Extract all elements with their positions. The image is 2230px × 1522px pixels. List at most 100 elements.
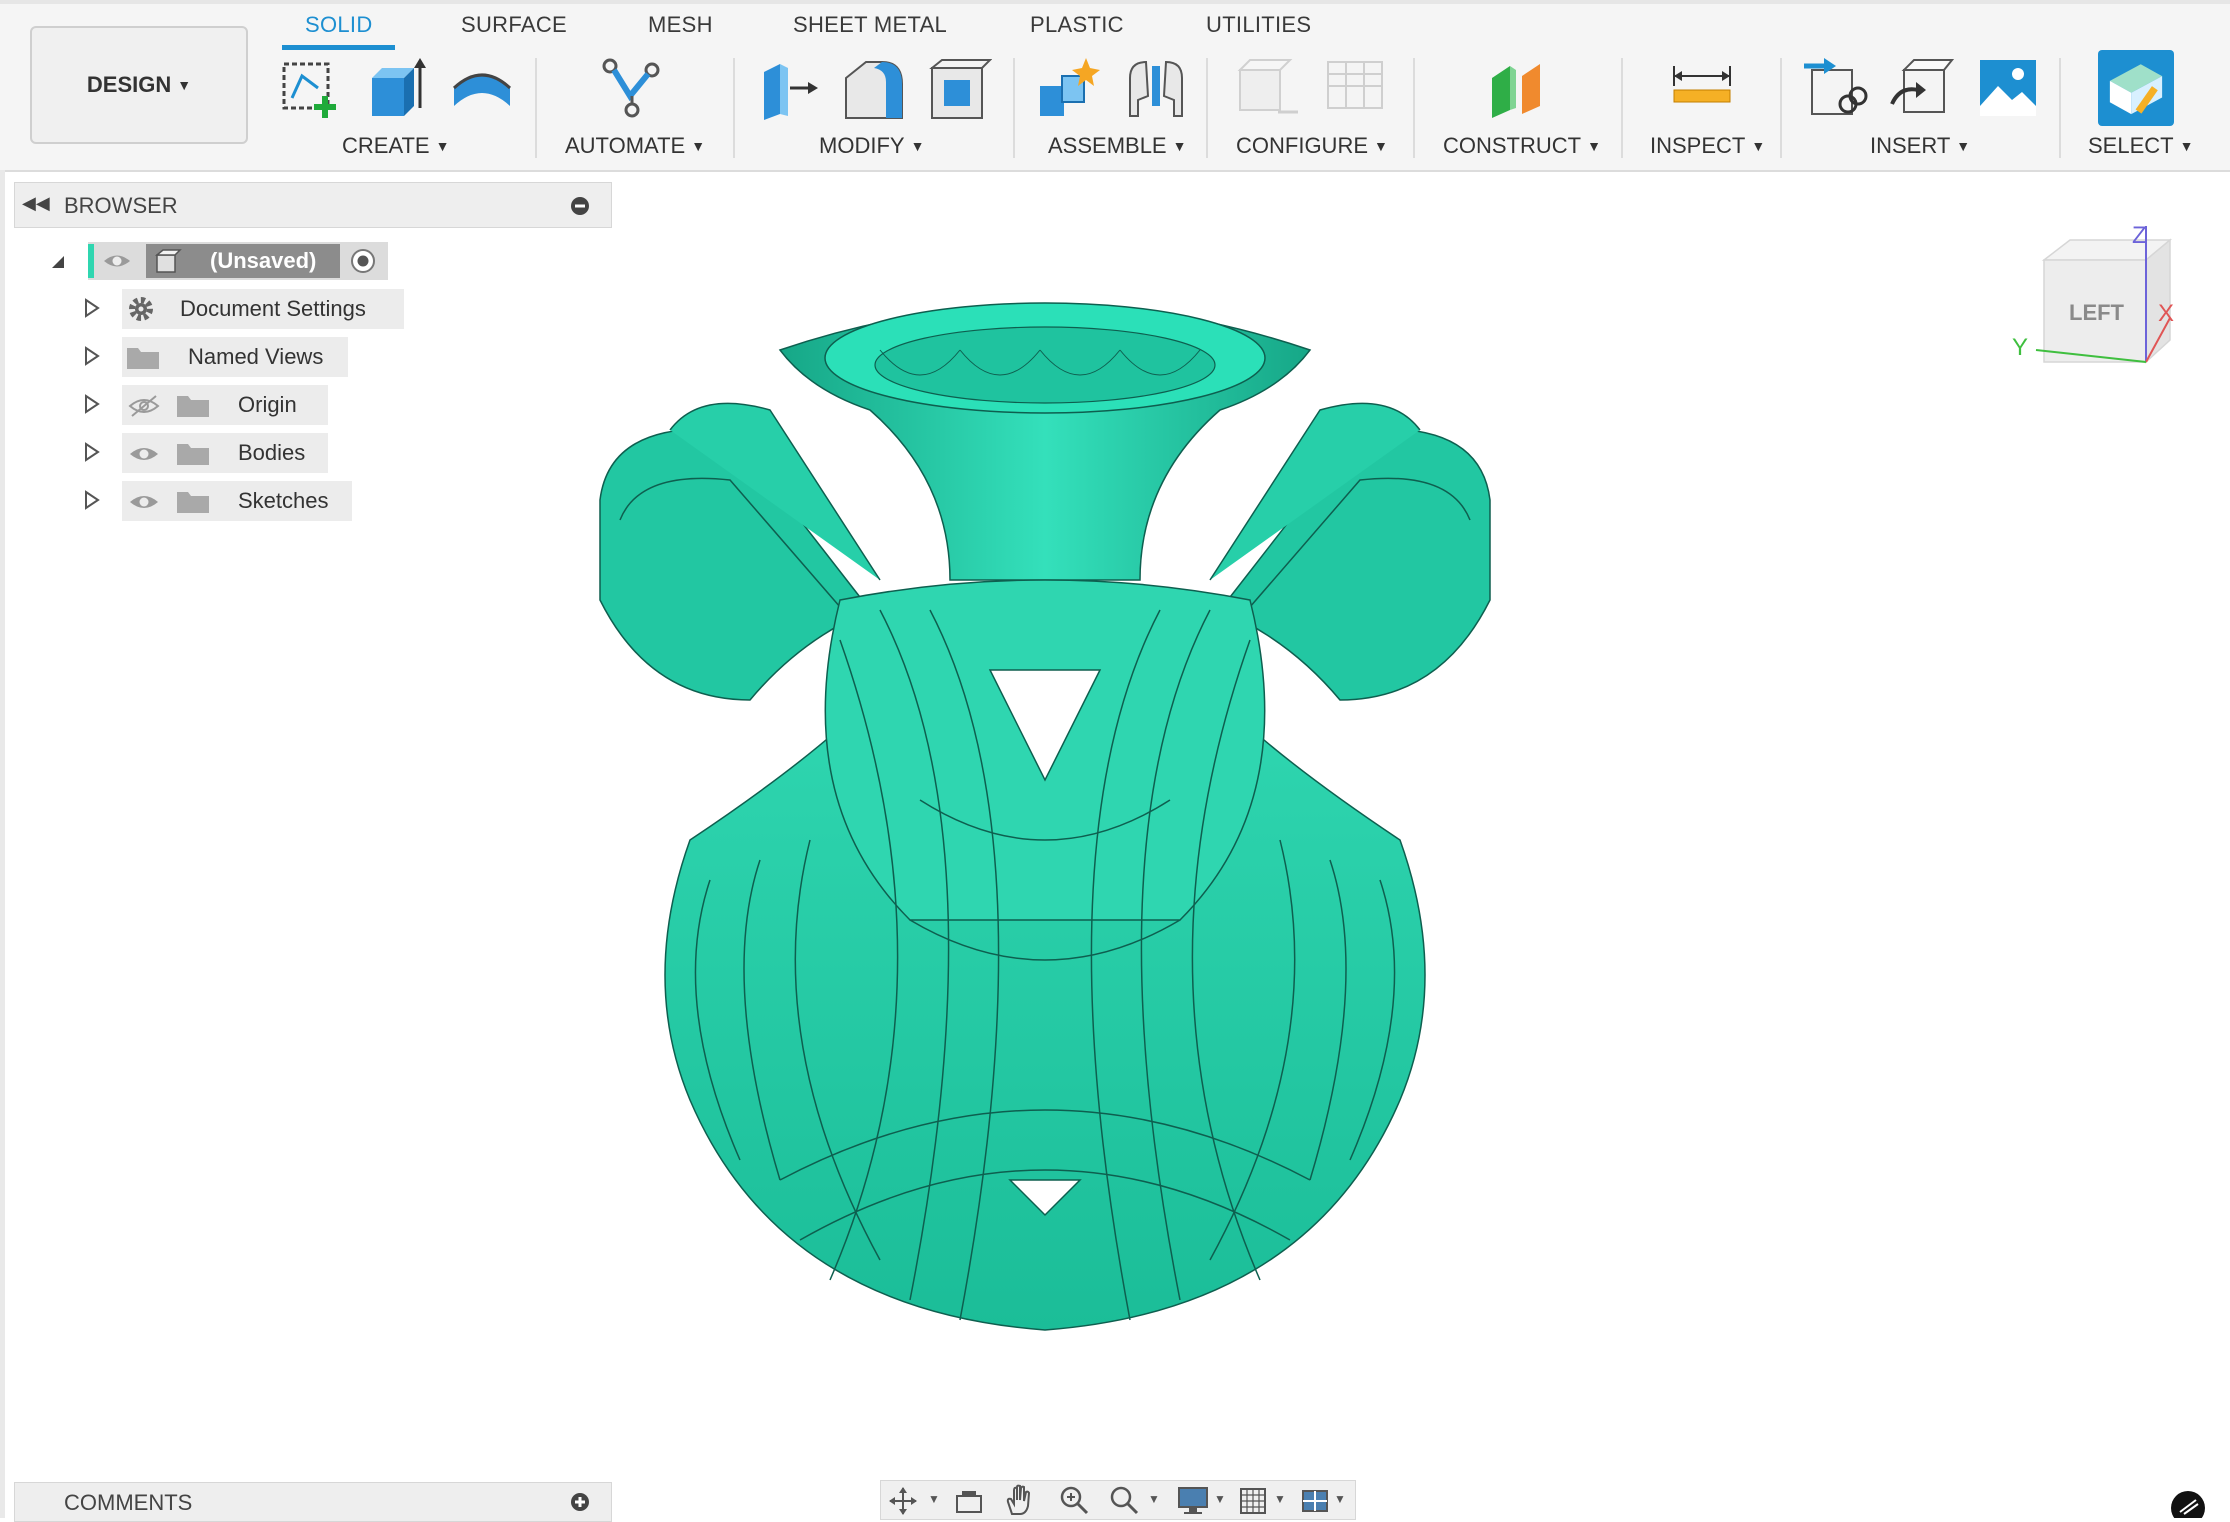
extrude-icon[interactable] xyxy=(364,58,428,122)
insert-menu[interactable]: INSERT ▼ xyxy=(1870,133,1970,159)
toolbar-divider xyxy=(733,58,735,158)
look-at-icon[interactable] xyxy=(954,1486,984,1516)
fit-icon[interactable] xyxy=(1108,1484,1140,1516)
model-vase-body[interactable] xyxy=(580,280,1510,1340)
caret-down-icon[interactable]: ▼ xyxy=(1148,1492,1160,1506)
joint-icon[interactable] xyxy=(1124,56,1188,120)
axis-y-label: Y xyxy=(2012,334,2029,361)
tab-mesh[interactable]: MESH xyxy=(648,12,713,38)
tab-solid[interactable]: SOLID xyxy=(305,12,373,38)
inspect-label: INSPECT xyxy=(1650,133,1746,158)
select-button[interactable] xyxy=(2098,50,2174,126)
press-pull-icon[interactable] xyxy=(758,58,822,122)
expand-triangle-icon[interactable] xyxy=(84,394,100,414)
toolbar-divider xyxy=(535,58,537,158)
tree-item-label: Named Views xyxy=(188,344,324,369)
create-menu[interactable]: CREATE ▼ xyxy=(342,133,449,159)
toolbar-divider xyxy=(1780,58,1782,158)
collapse-triangle-icon[interactable] xyxy=(50,254,66,270)
caret-down-icon[interactable]: ▼ xyxy=(1214,1492,1226,1506)
axis-x-label: X xyxy=(2158,300,2175,327)
caret-down-icon[interactable]: ▼ xyxy=(1334,1492,1346,1506)
tab-sheet-metal[interactable]: SHEET METAL xyxy=(793,12,947,38)
comments-title: COMMENTS xyxy=(64,1490,193,1515)
toolbar-divider xyxy=(1013,58,1015,158)
collapse-panel-icon[interactable]: ◀◀ xyxy=(22,193,50,214)
shell-icon[interactable] xyxy=(928,58,992,122)
axis-z-label: Z xyxy=(2132,222,2147,249)
inspect-menu[interactable]: INSPECT ▼ xyxy=(1650,133,1765,159)
minimize-panel-icon[interactable] xyxy=(570,196,590,216)
notification-icon[interactable] xyxy=(2170,1490,2206,1518)
component-icon xyxy=(154,249,182,273)
assemble-menu[interactable]: ASSEMBLE ▼ xyxy=(1048,133,1186,159)
measure-icon[interactable] xyxy=(1670,56,1734,120)
caret-down-icon: ▼ xyxy=(1587,138,1601,154)
grid-snaps-icon[interactable] xyxy=(1238,1486,1268,1516)
visibility-eye-icon[interactable] xyxy=(128,442,160,466)
tree-item-label: Bodies xyxy=(238,440,306,465)
new-component-icon[interactable] xyxy=(1036,56,1100,120)
create-label: CREATE xyxy=(342,133,430,158)
browser-title: BROWSER xyxy=(64,193,178,218)
create-sketch-icon[interactable] xyxy=(278,58,342,122)
insert-derive-icon[interactable] xyxy=(1804,56,1868,120)
expand-triangle-icon[interactable] xyxy=(84,298,100,318)
select-menu[interactable]: SELECT ▼ xyxy=(2088,133,2193,159)
display-settings-icon[interactable] xyxy=(1176,1484,1210,1516)
tab-surface[interactable]: SURFACE xyxy=(461,12,567,38)
insert-mesh-icon[interactable] xyxy=(1890,56,1954,120)
folder-icon xyxy=(177,444,209,465)
revolve-icon[interactable] xyxy=(450,58,514,122)
tab-utilities[interactable]: UTILITIES xyxy=(1206,12,1311,38)
folder-icon xyxy=(127,348,159,369)
caret-down-icon: ▼ xyxy=(1172,138,1187,154)
caret-down-icon: ▼ xyxy=(2179,138,2194,154)
toolbar-divider xyxy=(1206,58,1208,158)
select-icon xyxy=(2109,64,2163,115)
fillet-icon[interactable] xyxy=(842,58,906,122)
tab-plastic[interactable]: PLASTIC xyxy=(1030,12,1124,38)
assemble-label: ASSEMBLE xyxy=(1048,133,1167,158)
automate-menu[interactable]: AUTOMATE ▼ xyxy=(565,133,705,159)
viewports-icon[interactable] xyxy=(1300,1486,1330,1516)
activate-radio-icon[interactable] xyxy=(350,248,376,274)
insert-canvas-icon[interactable] xyxy=(1976,56,2040,120)
caret-down-icon: ▼ xyxy=(910,138,925,154)
workspace-label: DESIGN xyxy=(86,72,172,97)
tree-item-label: Document Settings xyxy=(180,296,366,321)
visibility-eye-icon[interactable] xyxy=(102,250,132,272)
expand-panel-icon[interactable] xyxy=(570,1492,590,1512)
expand-triangle-icon[interactable] xyxy=(84,346,100,366)
caret-down-icon[interactable]: ▼ xyxy=(1274,1492,1286,1506)
construct-label: CONSTRUCT xyxy=(1443,133,1582,158)
window-left-edge xyxy=(0,170,5,1518)
visibility-eye-icon[interactable] xyxy=(128,490,160,514)
configuration-table-icon[interactable] xyxy=(1324,56,1388,120)
hidden-eye-icon[interactable] xyxy=(128,394,160,418)
configure-icon[interactable] xyxy=(1236,56,1300,120)
automate-icon[interactable] xyxy=(600,56,664,120)
workspace-switcher-button[interactable]: DESIGN ▼ xyxy=(30,26,248,144)
expand-triangle-icon[interactable] xyxy=(84,490,100,510)
zoom-icon[interactable] xyxy=(1058,1484,1090,1516)
caret-down-icon[interactable]: ▼ xyxy=(928,1492,940,1506)
gear-icon xyxy=(129,297,153,321)
active-tab-indicator xyxy=(282,45,395,50)
active-component-marker xyxy=(88,244,94,278)
insert-label: INSERT xyxy=(1870,133,1951,158)
pan-hand-icon[interactable] xyxy=(1004,1484,1034,1516)
tree-item-label: Origin xyxy=(238,392,297,417)
orbit-icon[interactable] xyxy=(888,1486,918,1516)
caret-down-icon: ▼ xyxy=(1751,138,1766,154)
construct-menu[interactable]: CONSTRUCT ▼ xyxy=(1443,133,1601,159)
viewcube-face-label[interactable]: LEFT xyxy=(2069,300,2124,326)
offset-plane-icon[interactable] xyxy=(1488,56,1552,120)
caret-down-icon: ▼ xyxy=(691,138,706,154)
toolbar-divider xyxy=(1413,58,1415,158)
caret-down-icon: ▼ xyxy=(435,138,450,154)
caret-down-icon: ▼ xyxy=(1374,138,1388,154)
configure-menu[interactable]: CONFIGURE ▼ xyxy=(1236,133,1388,159)
modify-menu[interactable]: MODIFY ▼ xyxy=(819,133,924,159)
expand-triangle-icon[interactable] xyxy=(84,442,100,462)
